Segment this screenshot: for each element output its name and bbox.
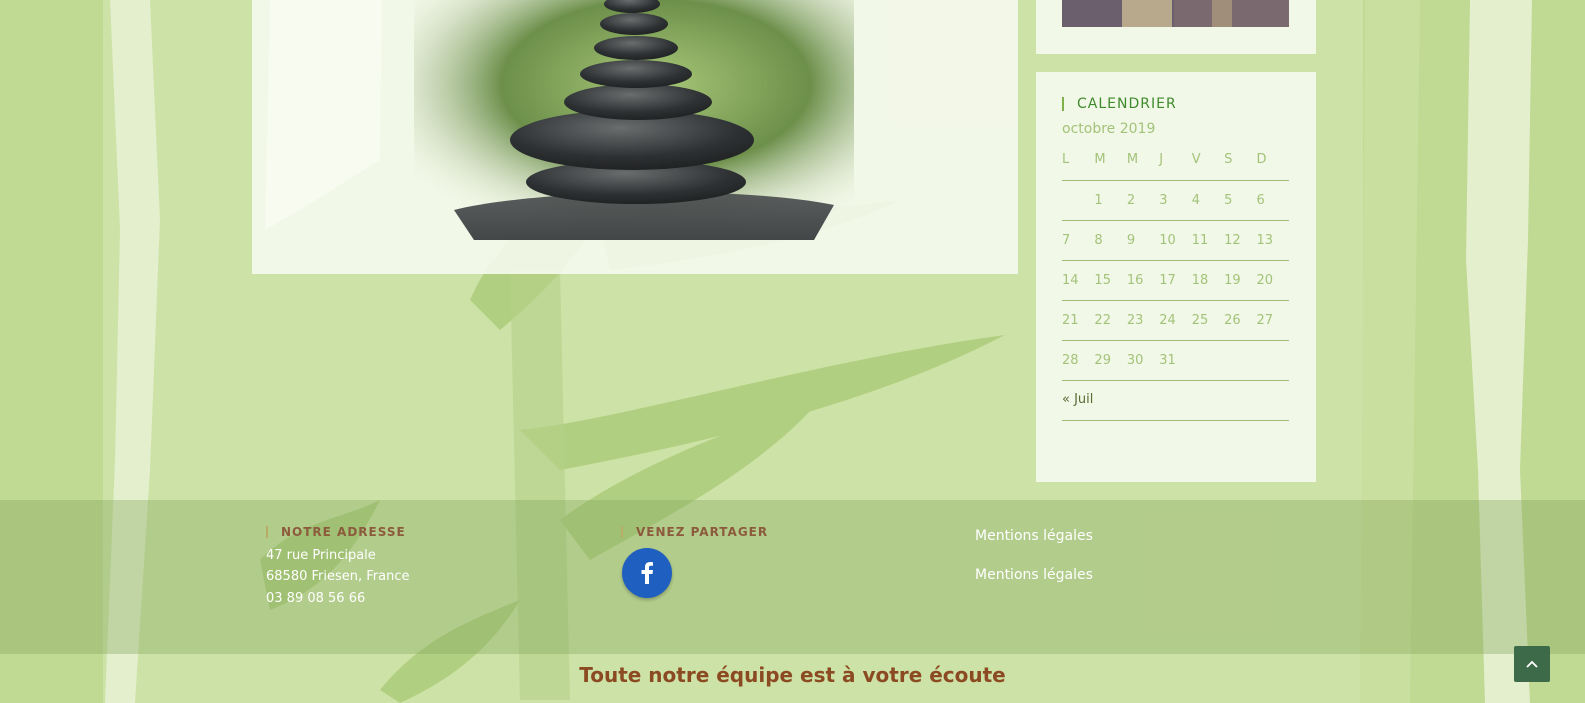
calendar-day: [1062, 180, 1095, 221]
calendar-day: 2: [1126, 180, 1160, 221]
calendar-day: 1: [1094, 180, 1127, 221]
calendar-day: [1191, 340, 1225, 381]
calendar-day: 20: [1256, 260, 1289, 301]
calendar-day: 29: [1094, 340, 1127, 381]
calendar-day: 22: [1094, 300, 1127, 341]
address-title: NOTRE ADRESSE: [266, 526, 406, 538]
calendar-nav: « Juil: [1062, 380, 1289, 421]
legal-notice-link[interactable]: Mentions légales: [975, 567, 1093, 583]
scroll-to-top-button[interactable]: [1514, 646, 1550, 682]
share-title: VENEZ PARTAGER: [621, 526, 768, 538]
facebook-icon: [641, 562, 653, 584]
calendar-day: 18: [1191, 260, 1225, 301]
calendar-day: 3: [1159, 180, 1192, 221]
calendar-day: 21: [1062, 300, 1095, 341]
calendar-day: 23: [1126, 300, 1160, 341]
calendar-week-row: 21 22 23 24 25 26 27: [1062, 300, 1289, 341]
calendar-day: 11: [1191, 220, 1225, 261]
calendar-day: [1256, 340, 1289, 381]
weekday-header: M: [1126, 140, 1160, 181]
calendar-day: 14: [1062, 260, 1095, 301]
calendar-day: 19: [1224, 260, 1257, 301]
calendar-month-caption: octobre 2019: [1062, 121, 1156, 137]
chevron-up-icon: [1526, 660, 1538, 668]
calendar-day: 17: [1159, 260, 1192, 301]
calendar-day: 30: [1126, 340, 1160, 381]
address-street: 47 rue Principale: [266, 548, 376, 563]
calendar-day: 10: [1159, 220, 1192, 261]
footer: [0, 500, 1585, 654]
weekday-header: V: [1191, 140, 1225, 181]
calendar-day: 28: [1062, 340, 1095, 381]
facebook-button[interactable]: [622, 548, 672, 598]
calendar-day: 31: [1159, 340, 1192, 381]
calendar-week-row: 7 8 9 10 11 12 13: [1062, 220, 1289, 261]
zen-stones-image: [414, 0, 854, 240]
calendar-day: 7: [1062, 220, 1095, 261]
address-city: 68580 Friesen, France: [266, 569, 410, 584]
calendar-day: 27: [1256, 300, 1289, 341]
calendar-day: [1224, 340, 1257, 381]
calendar-day: 26: [1224, 300, 1257, 341]
calendar-day: 6: [1256, 180, 1289, 221]
weekday-header: M: [1094, 140, 1127, 181]
calendar-table: L M M J V S D 1 2 3 4 5 6 7 8 9 10 11 12…: [1062, 140, 1289, 381]
calendar-day: 4: [1191, 180, 1225, 221]
calendar-week-row: 1 2 3 4 5 6: [1062, 180, 1289, 221]
calendar-weekday-row: L M M J V S D: [1062, 140, 1289, 181]
sidebar-thumbnail-image: [1062, 0, 1289, 27]
calendar-prev-month-link[interactable]: « Juil: [1062, 392, 1093, 407]
legal-notice-link[interactable]: Mentions légales: [975, 528, 1093, 544]
calendar-week-row: 14 15 16 17 18 19 20: [1062, 260, 1289, 301]
calendar-day: 16: [1126, 260, 1160, 301]
calendar-day: 13: [1256, 220, 1289, 261]
calendar-day: 15: [1094, 260, 1127, 301]
calendar-day: 5: [1224, 180, 1257, 221]
calendar-day: 9: [1126, 220, 1160, 261]
weekday-header: J: [1159, 140, 1192, 181]
footer-tagline: Toute notre équipe est à votre écoute: [579, 663, 1006, 687]
calendar-week-row: 28 29 30 31: [1062, 340, 1289, 381]
weekday-header: L: [1062, 140, 1095, 181]
calendar-day: 12: [1224, 220, 1257, 261]
address-phone: 03 89 08 56 66: [266, 591, 366, 606]
calendar-day: 8: [1094, 220, 1127, 261]
calendar-day: 24: [1159, 300, 1192, 341]
weekday-header: D: [1256, 140, 1289, 181]
weekday-header: S: [1224, 140, 1257, 181]
calendar-day: 25: [1191, 300, 1225, 341]
calendar-title: CALENDRIER: [1062, 97, 1177, 111]
